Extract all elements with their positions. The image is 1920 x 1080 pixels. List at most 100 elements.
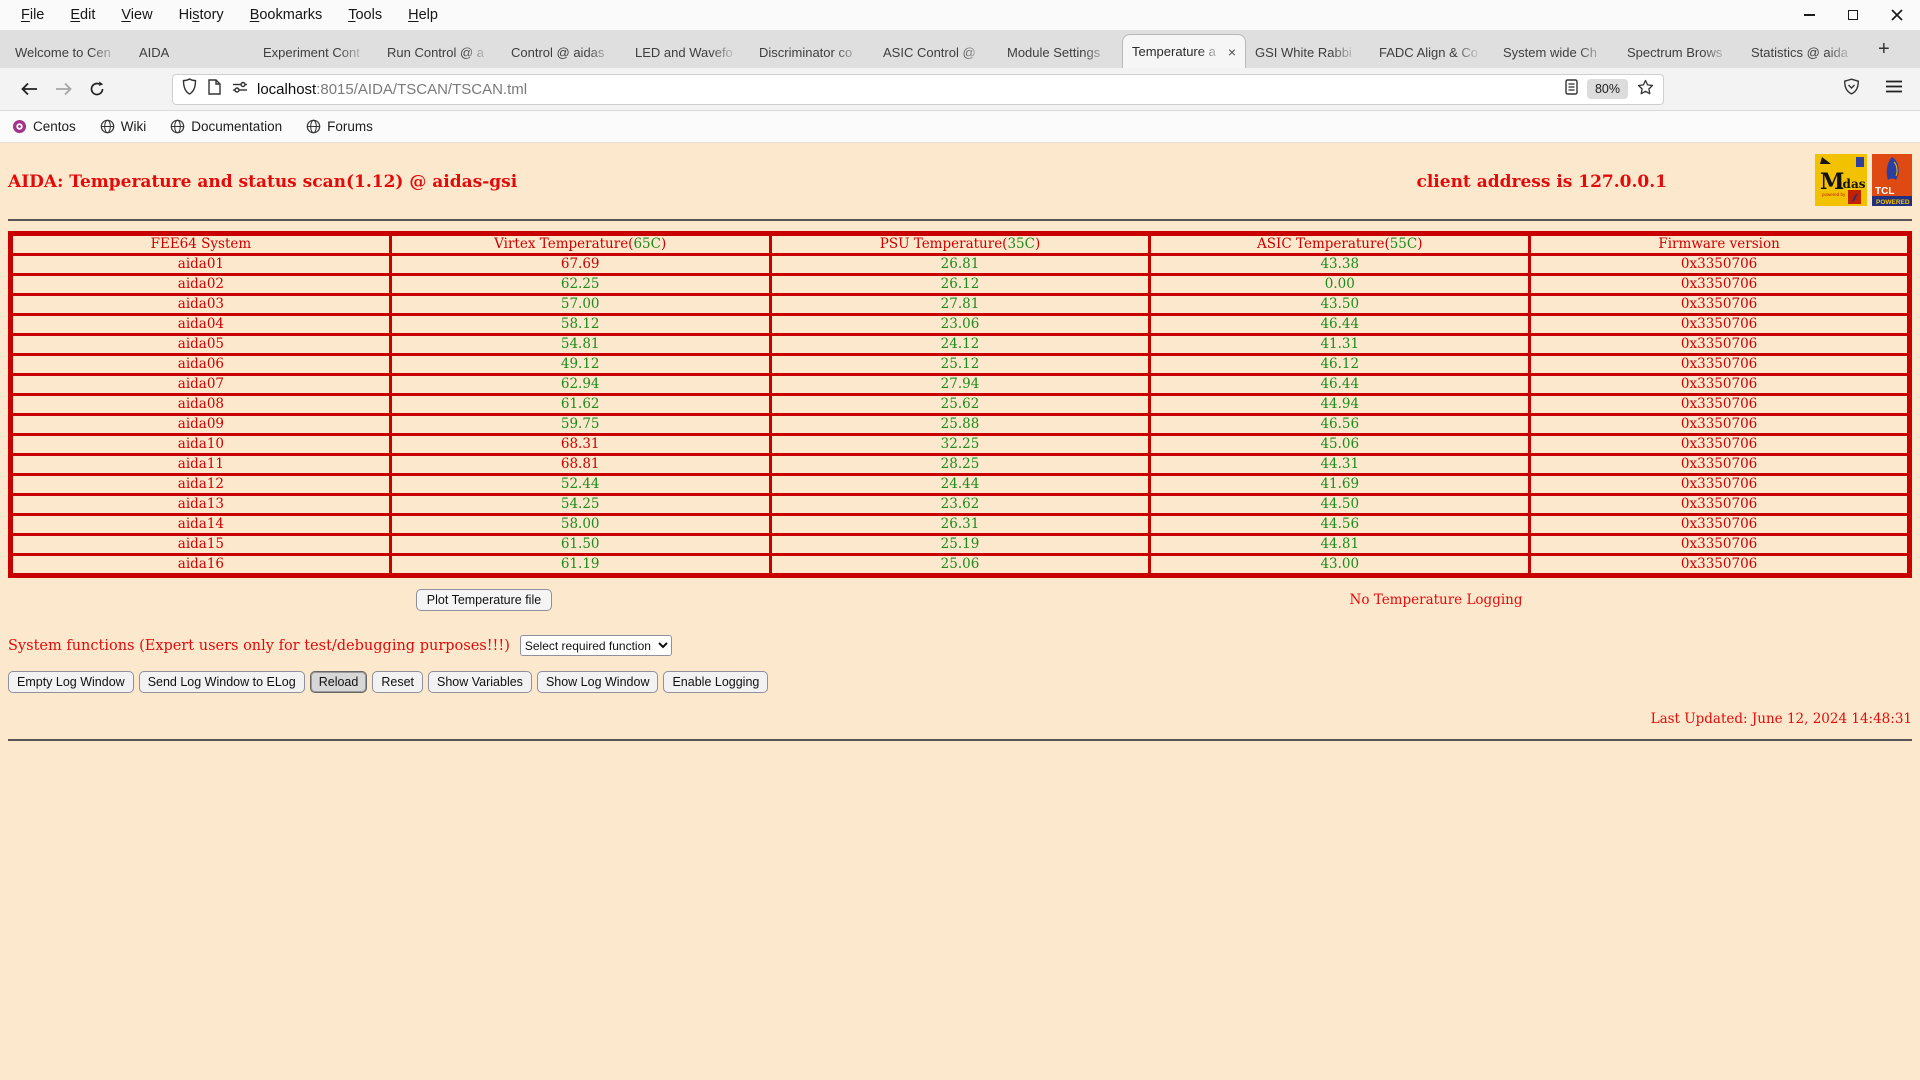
bookmark-forums[interactable]: Forums xyxy=(306,119,373,134)
firmware-version: 0x3350706 xyxy=(1528,273,1911,296)
menu-history[interactable]: History xyxy=(166,7,237,23)
asic-temperature: 44.31 xyxy=(1148,453,1532,476)
close-icon[interactable] xyxy=(1890,8,1904,22)
tab-discriminator-co[interactable]: Discriminator co xyxy=(750,37,874,68)
menu-file[interactable]: File xyxy=(8,7,57,23)
forward-icon[interactable] xyxy=(46,74,80,104)
asic-temperature: 43.00 xyxy=(1148,553,1532,577)
menu-view[interactable]: View xyxy=(108,7,165,23)
psu-temperature: 23.06 xyxy=(768,313,1152,336)
firmware-version: 0x3350706 xyxy=(1528,553,1911,577)
url-text[interactable]: localhost:8015/AIDA/TSCAN/TSCAN.tml xyxy=(257,81,527,98)
zoom-level-badge[interactable]: 80% xyxy=(1586,79,1628,99)
temperature-limit: 55C xyxy=(1389,236,1418,252)
virtex-temperature: 52.44 xyxy=(388,473,772,496)
url-host: localhost xyxy=(257,80,317,98)
asic-temperature: 43.50 xyxy=(1148,293,1532,316)
reload-icon[interactable] xyxy=(80,74,114,104)
centos-icon xyxy=(12,119,27,134)
tab-title: Welcome to Cen xyxy=(15,45,111,60)
tab-control-aidas[interactable]: Control @ aidas xyxy=(502,37,626,68)
bookmark-star-icon[interactable] xyxy=(1637,79,1654,100)
tab-title: Statistics @ aida xyxy=(1751,45,1849,60)
bookmark-label: Wiki xyxy=(120,119,147,134)
tcl-powered-logo[interactable]: TCL POWERED xyxy=(1872,154,1912,210)
tab-statistics-aida[interactable]: Statistics @ aida xyxy=(1742,37,1866,68)
bookmarks-bar: Centos Wiki Documentation Forums xyxy=(0,111,1920,143)
reset-button[interactable]: Reset xyxy=(372,671,423,693)
shield-check-icon[interactable] xyxy=(1843,78,1860,100)
psu-temperature: 26.12 xyxy=(768,273,1152,296)
menu-tools[interactable]: Tools xyxy=(335,7,395,23)
firmware-version: 0x3350706 xyxy=(1528,473,1911,496)
virtex-temperature: 61.62 xyxy=(388,393,772,416)
bookmark-items: Centos Wiki Documentation Forums xyxy=(12,119,373,134)
tab-experiment-cont[interactable]: Experiment Cont xyxy=(254,37,378,68)
function-select[interactable]: Select required function xyxy=(519,635,672,656)
plot-temperature-file-button[interactable]: Plot Temperature file xyxy=(415,589,553,611)
url-bar[interactable]: localhost:8015/AIDA/TSCAN/TSCAN.tml 80% xyxy=(172,73,1664,105)
menu-edit[interactable]: Edit xyxy=(57,7,108,23)
site-permissions-icon[interactable] xyxy=(232,80,248,98)
virtex-temperature: 62.94 xyxy=(388,373,772,396)
empty-log-window-button[interactable]: Empty Log Window xyxy=(8,671,134,693)
table-row-aida08: aida08 61.62 25.62 44.94 0x3350706 xyxy=(9,393,1911,416)
system-functions-row: System functions (Expert users only for … xyxy=(8,635,1912,656)
tab-title: System wide Ch xyxy=(1503,45,1597,60)
bookmark-documentation[interactable]: Documentation xyxy=(170,119,282,134)
asic-temperature: 41.69 xyxy=(1148,473,1532,496)
table-row-aida09: aida09 59.75 25.88 46.56 0x3350706 xyxy=(9,413,1911,436)
tabs-container: Welcome to Cen AIDA Experiment Cont Run Con… xyxy=(6,34,1866,68)
midas-logo[interactable]: M idas powered by xyxy=(1815,154,1867,210)
tab-close-icon[interactable]: × xyxy=(1228,44,1236,60)
new-tab-button[interactable]: + xyxy=(1866,38,1902,61)
menu-bookmarks[interactable]: Bookmarks xyxy=(237,7,336,23)
send-log-window-to-elog-button[interactable]: Send Log Window to ELog xyxy=(138,671,305,693)
navigation-toolbar: localhost:8015/AIDA/TSCAN/TSCAN.tml 80% xyxy=(0,68,1920,111)
site-icons xyxy=(182,78,248,100)
globe-icon xyxy=(100,119,115,134)
tab-gsi-white-rabbi[interactable]: GSI White Rabbi xyxy=(1246,37,1370,68)
show-variables-button[interactable]: Show Variables xyxy=(428,671,532,693)
maximize-icon[interactable] xyxy=(1846,8,1860,22)
fee64-system: aida16 xyxy=(9,553,392,577)
reload-button[interactable]: Reload xyxy=(309,671,368,693)
temperature-limit: 65C xyxy=(633,236,661,252)
table-row-aida12: aida12 52.44 24.44 41.69 0x3350706 xyxy=(9,473,1911,496)
virtex-temperature: 54.81 xyxy=(388,333,772,356)
hamburger-menu-icon[interactable] xyxy=(1886,80,1902,98)
virtex-temperature: 61.19 xyxy=(388,553,772,577)
firmware-version: 0x3350706 xyxy=(1528,533,1911,556)
reader-mode-icon[interactable] xyxy=(1565,78,1578,100)
minimize-icon[interactable] xyxy=(1802,8,1816,22)
virtex-temperature: 67.69 xyxy=(388,253,772,276)
virtex-temperature: 58.12 xyxy=(388,313,772,336)
tab-system-wide-ch[interactable]: System wide Ch xyxy=(1494,37,1618,68)
virtex-temperature: 68.31 xyxy=(388,433,772,456)
back-icon[interactable] xyxy=(12,74,46,104)
tab-run-control-a[interactable]: Run Control @ a xyxy=(378,37,502,68)
tab-led-and-wavefo[interactable]: LED and Wavefo xyxy=(626,37,750,68)
page-info-icon[interactable] xyxy=(208,78,221,100)
bookmark-wiki[interactable]: Wiki xyxy=(100,119,147,134)
tab-asic-control[interactable]: ASIC Control @ xyxy=(874,37,998,68)
show-log-window-button[interactable]: Show Log Window xyxy=(536,671,659,693)
tab-temperature-a[interactable]: Temperature a × xyxy=(1122,34,1246,68)
tab-welcome-to-cen[interactable]: Welcome to Cen xyxy=(6,37,130,68)
enable-logging-button[interactable]: Enable Logging xyxy=(663,671,769,693)
tab-spectrum-brows[interactable]: Spectrum Brows xyxy=(1618,37,1742,68)
globe-icon xyxy=(170,119,185,134)
temperature-logging-status: No Temperature Logging xyxy=(1349,592,1523,608)
action-buttons-row: Empty Log Window Send Log Window to ELog R… xyxy=(8,671,1912,693)
tab-fadc-align-co[interactable]: FADC Align & Co xyxy=(1370,37,1494,68)
psu-temperature: 27.81 xyxy=(768,293,1152,316)
fee64-system: aida05 xyxy=(9,333,392,356)
bookmark-centos[interactable]: Centos xyxy=(12,119,76,134)
psu-temperature: 25.12 xyxy=(768,353,1152,376)
tab-aida[interactable]: AIDA xyxy=(130,37,254,68)
asic-temperature: 46.44 xyxy=(1148,373,1532,396)
menu-help[interactable]: Help xyxy=(395,7,451,23)
table-row-aida04: aida04 58.12 23.06 46.44 0x3350706 xyxy=(9,313,1911,336)
tab-module-settings[interactable]: Module Settings xyxy=(998,37,1122,68)
shield-icon[interactable] xyxy=(182,78,197,100)
